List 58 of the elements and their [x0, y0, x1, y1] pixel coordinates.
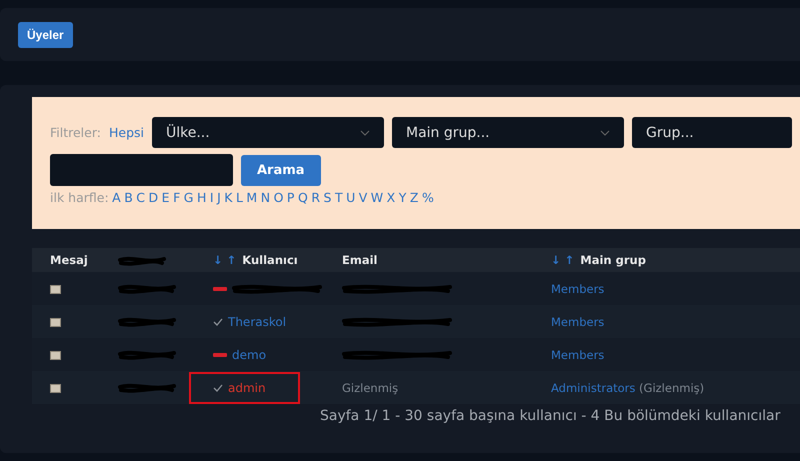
envelope-icon[interactable] [50, 350, 61, 360]
letter-link[interactable]: P [286, 190, 294, 205]
chevron-icon [360, 130, 370, 136]
letter-link[interactable]: C [136, 190, 146, 205]
letter-link[interactable]: Q [298, 190, 308, 205]
hidden-email: Gizlenmiş [342, 380, 398, 394]
letters-label: ilk harfle: [50, 190, 109, 205]
envelope-icon[interactable] [50, 318, 61, 327]
letter-link[interactable]: T [334, 190, 343, 205]
letter-link[interactable]: % [422, 190, 434, 205]
letter-link[interactable]: E [162, 190, 170, 205]
group-link[interactable]: Administrators [551, 380, 636, 394]
dropdown[interactable]: Grup... [632, 117, 792, 148]
search-field[interactable] [50, 154, 233, 186]
column-header: Main grup [580, 253, 646, 267]
group-link[interactable]: Members [551, 314, 604, 328]
letter-link[interactable]: J [217, 190, 221, 205]
search-button[interactable]: Arama [241, 154, 321, 186]
letter-link[interactable]: A [112, 190, 121, 205]
all-link[interactable]: Hepsi [108, 125, 144, 140]
members-button[interactable]: Üyeler [18, 22, 73, 48]
sort-arrows[interactable]: ↓ ↑ [213, 253, 236, 267]
username-link[interactable]: demo [232, 348, 266, 362]
envelope-icon[interactable] [50, 384, 61, 393]
sort-arrows[interactable]: ↓ ↑ [551, 253, 574, 267]
letter-link[interactable]: I [210, 190, 214, 205]
letter-link[interactable]: M [246, 190, 258, 205]
dropdown[interactable]: Main grup... [392, 117, 624, 148]
letter-link[interactable]: O [274, 190, 284, 205]
letter-link[interactable]: R [311, 190, 320, 205]
column-header: Mesaj [50, 253, 88, 267]
hidden-note: (Gizlenmiş) [639, 380, 704, 394]
letter-link[interactable]: H [196, 190, 206, 205]
group-link[interactable]: Members [551, 348, 604, 362]
letter-link[interactable]: N [260, 190, 270, 205]
dropdown[interactable]: Ülke... [152, 117, 384, 148]
username-link[interactable]: admin [228, 380, 266, 394]
letter-link[interactable]: U [346, 190, 356, 205]
chevron-icon [600, 130, 610, 136]
letter-link[interactable]: W [370, 190, 384, 205]
letter-link[interactable]: F [173, 190, 180, 205]
letter-link[interactable]: G [184, 190, 194, 205]
letter-link[interactable]: S [324, 190, 332, 205]
letter-link[interactable]: Z [410, 190, 418, 205]
letter-link[interactable]: V [358, 190, 368, 205]
letter-link[interactable]: L [236, 190, 243, 205]
letter-link[interactable]: B [124, 190, 133, 205]
letter-link[interactable]: X [386, 190, 396, 205]
filters-label: Filtreler: [50, 125, 101, 140]
letter-link[interactable]: Y [398, 190, 406, 205]
pagination-info: Sayfa 1/ 1 - 30 sayfa başına kullanıcı - 4 Bu bölümdeki kullanıcılar [320, 408, 782, 424]
group-link[interactable]: Members [551, 282, 604, 296]
column-header: Kullanıcı [242, 253, 298, 267]
column-header: Email [342, 253, 378, 267]
username-link[interactable]: Theraskol [228, 314, 286, 328]
letter-link[interactable]: K [224, 190, 232, 205]
envelope-icon[interactable] [50, 284, 61, 294]
letter-link[interactable]: D [148, 190, 158, 205]
